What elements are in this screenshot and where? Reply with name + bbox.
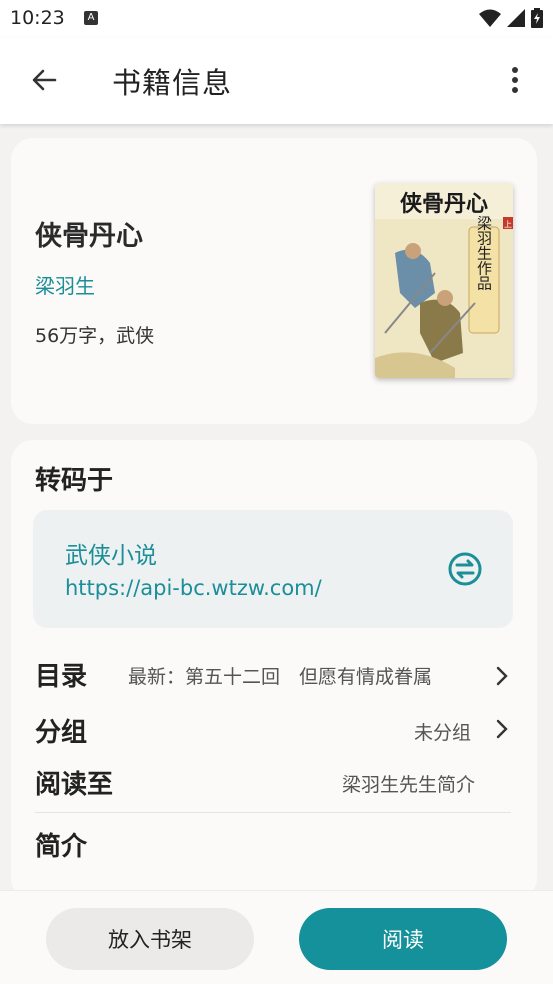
swap-source-icon[interactable] <box>447 551 483 587</box>
add-to-shelf-button[interactable]: 放入书架 <box>46 908 254 970</box>
toc-latest: 最新：第五十二回 但愿有情成眷属 <box>128 666 433 688</box>
source-name[interactable]: 武侠小说 <box>65 536 157 570</box>
progress-label: 阅读至 <box>35 770 114 800</box>
source-box[interactable]: 武侠小说 https://api-bc.wtzw.com/ <box>33 510 513 628</box>
cover-title: 侠骨丹心 <box>400 191 488 217</box>
book-cover[interactable]: 侠骨丹心 上 梁羽生作品 <box>375 183 513 378</box>
divider <box>35 812 511 813</box>
arrow-back-icon <box>32 69 57 91</box>
chevron-right-icon <box>496 666 508 686</box>
bottom-action-bar: 放入书架 阅读 <box>0 890 553 984</box>
intro-label: 简介 <box>35 832 88 862</box>
status-bar: 10:23 A <box>0 0 553 38</box>
source-url[interactable]: https://api-bc.wtzw.com/ <box>65 576 322 600</box>
toc-label: 目录 <box>35 662 88 692</box>
battery-icon <box>531 8 543 28</box>
back-button[interactable] <box>24 60 64 100</box>
cover-art: 侠骨丹心 上 梁羽生作品 <box>375 183 513 378</box>
wifi-icon <box>479 9 501 27</box>
cover-author: 梁羽生作品 <box>475 216 493 291</box>
page-title: 书籍信息 <box>112 66 233 100</box>
signal-icon <box>507 9 525 27</box>
book-author[interactable]: 梁羽生 <box>35 270 95 299</box>
source-section-title: 转码于 <box>35 466 114 496</box>
notification-a-icon: A <box>84 11 98 25</box>
book-title: 侠骨丹心 <box>35 221 143 252</box>
group-label: 分组 <box>35 718 88 748</box>
status-time: 10:23 <box>10 7 65 29</box>
book-card: 侠骨丹心 梁羽生 56万字，武侠 侠骨丹心 上 梁羽生作品 <box>11 138 537 424</box>
more-vert-icon <box>512 67 518 93</box>
app-bar: 书籍信息 <box>0 38 553 124</box>
status-icons <box>479 8 543 28</box>
chevron-right-icon <box>496 719 508 739</box>
info-card: 转码于 武侠小说 https://api-bc.wtzw.com/ 目录 最新：… <box>11 440 537 900</box>
book-meta: 56万字，武侠 <box>35 325 155 347</box>
cover-volume: 上 <box>504 220 512 229</box>
group-value: 未分组 <box>413 722 471 744</box>
more-options-button[interactable] <box>495 60 535 100</box>
read-button[interactable]: 阅读 <box>299 908 507 970</box>
progress-value: 梁羽生先生简介 <box>341 774 475 796</box>
